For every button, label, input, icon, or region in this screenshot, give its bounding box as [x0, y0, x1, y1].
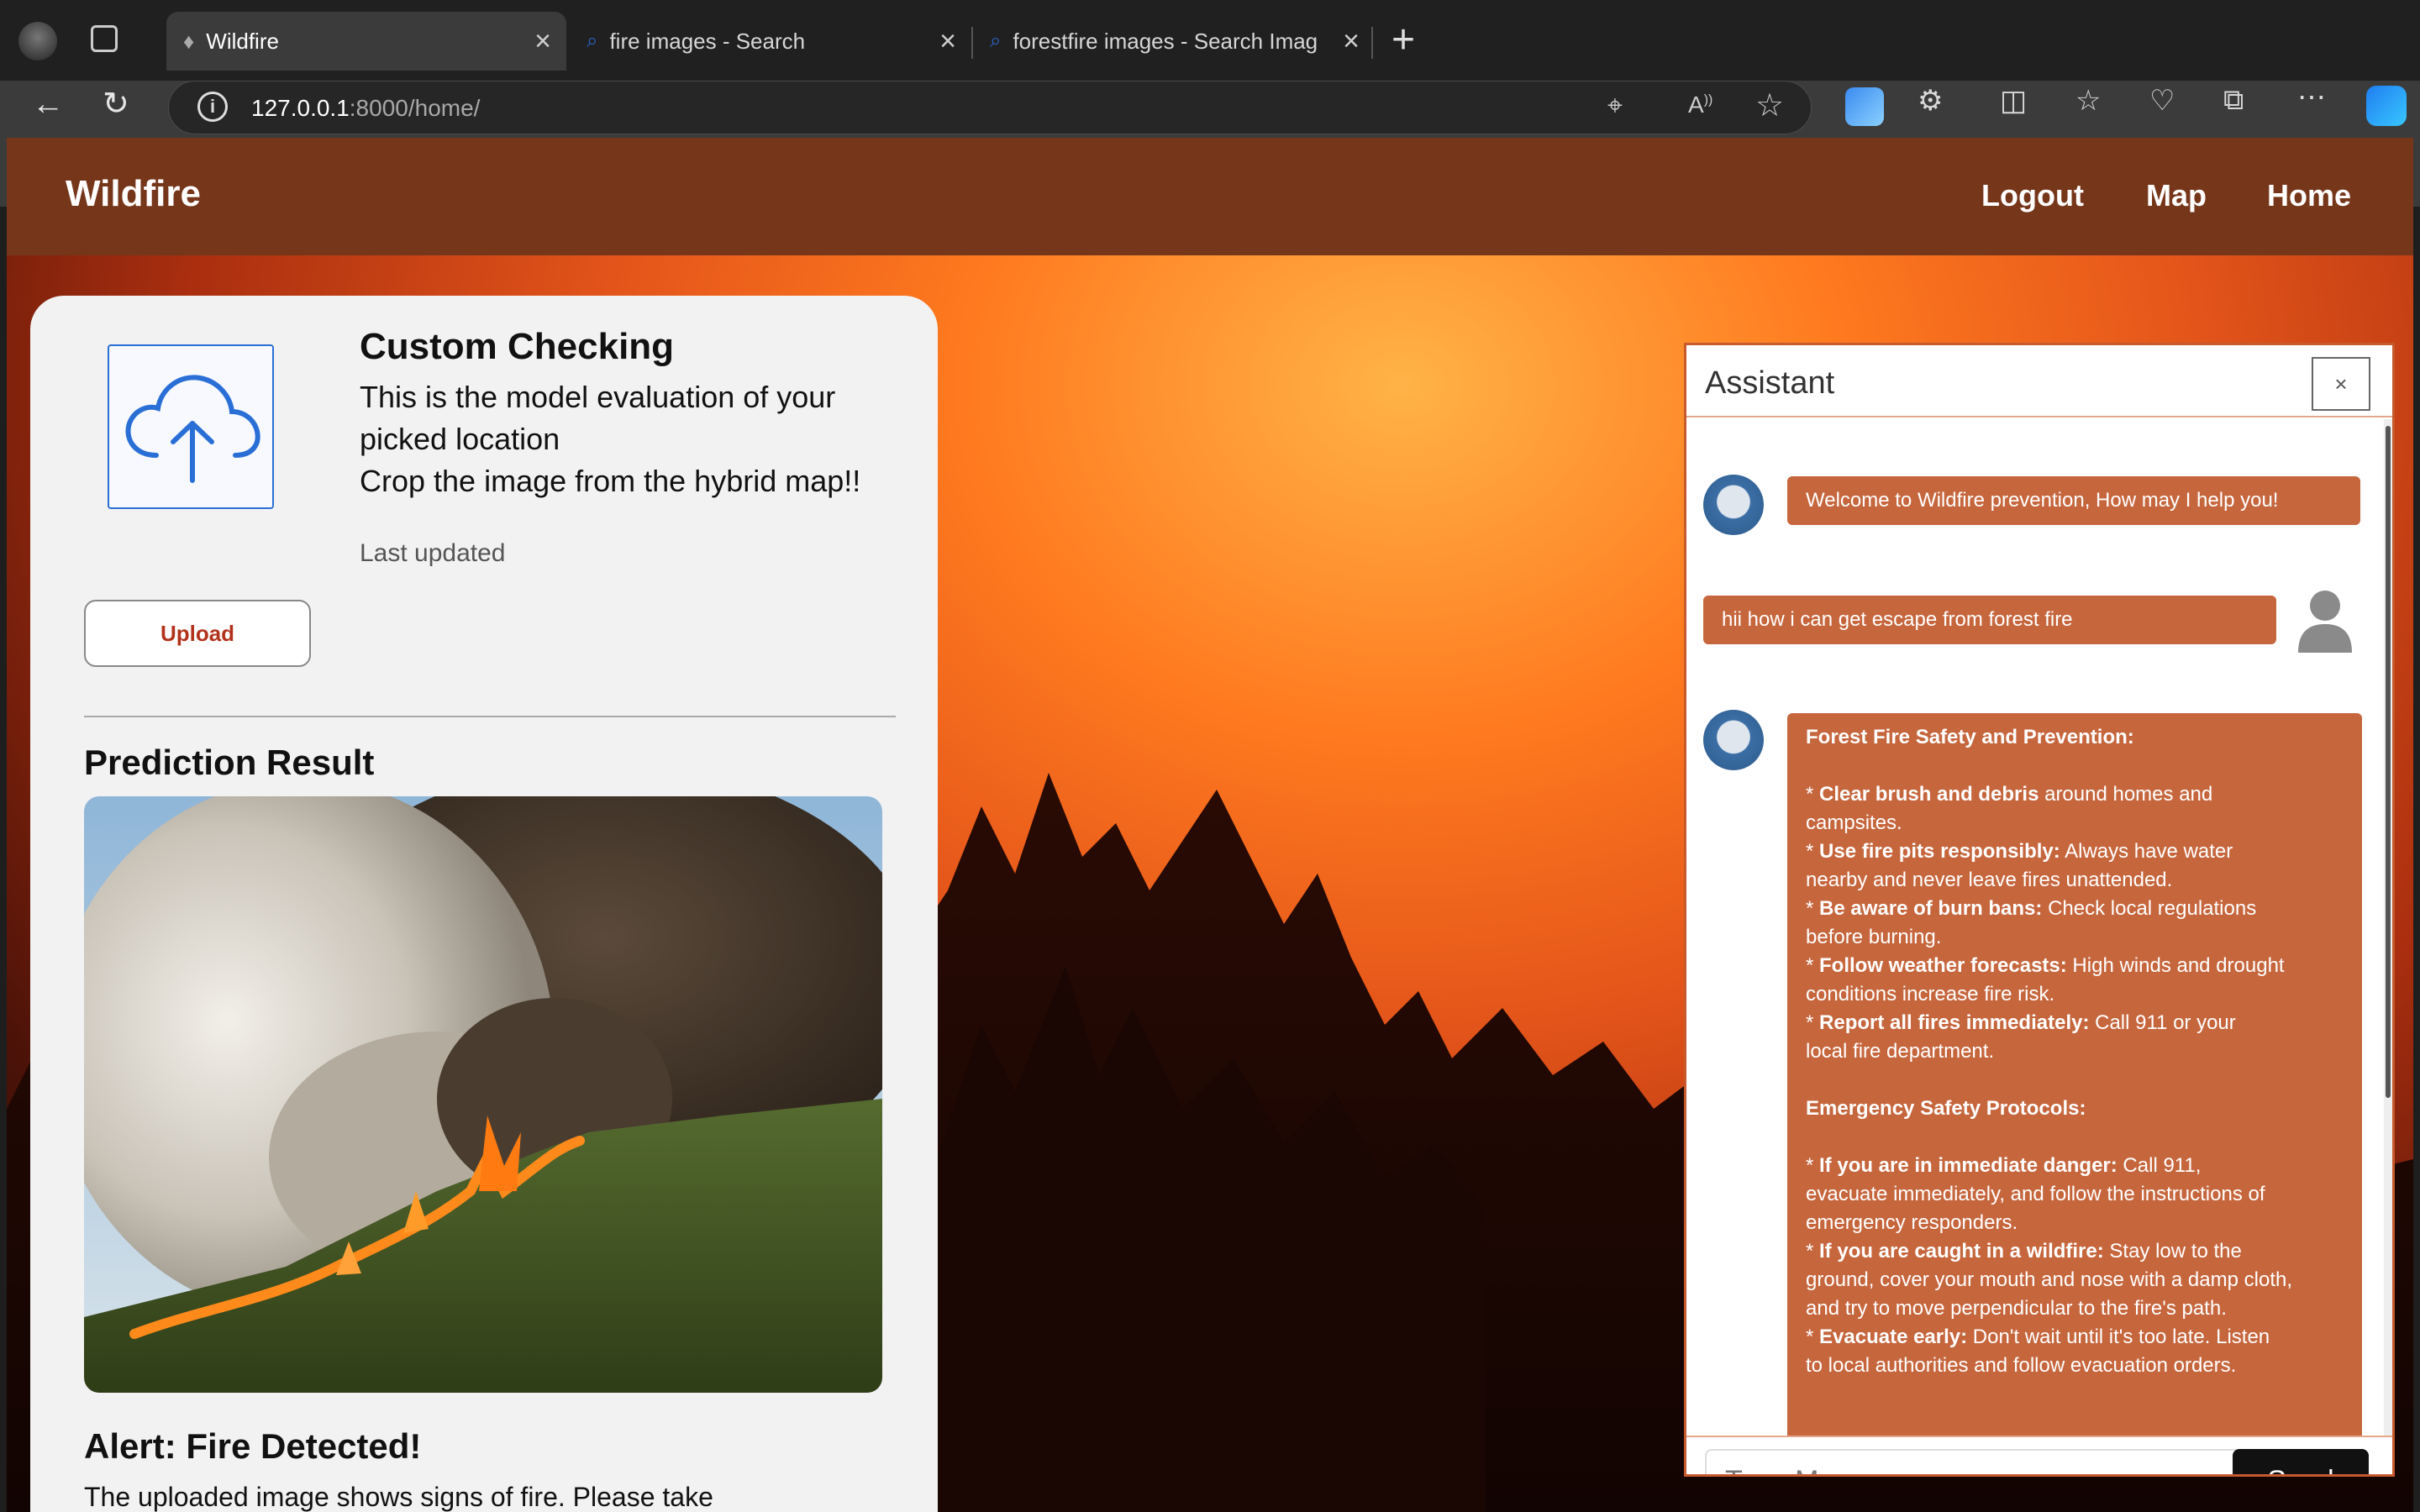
upload-dropzone[interactable] [108, 344, 274, 509]
chat-header: Assistant × [1686, 345, 2392, 417]
close-tab-icon[interactable]: × [939, 25, 956, 58]
reply-heading: Forest Fire Safety and Prevention: [1806, 726, 2134, 748]
reply-item: * If you are caught in a wildfire: Stay … [1806, 1240, 2242, 1263]
cloud-upload-icon [125, 375, 260, 483]
chat-close-button[interactable]: × [2312, 357, 2370, 411]
alert-text: The uploaded image shows signs of fire. … [84, 1482, 713, 1512]
url-text: 127.0.0.1:8000/home/ [251, 95, 481, 121]
reply-item-cont: nearby and never leave fires unattended. [1806, 869, 2173, 891]
tab-wildfire[interactable]: ♦ Wildfire × [166, 12, 566, 71]
nav-home[interactable]: Home [2267, 178, 2351, 213]
close-tab-icon[interactable]: × [1343, 25, 1360, 58]
custom-checking-card: Custom Checking This is the model evalua… [30, 296, 938, 1512]
card-description-line: This is the model evaluation of your [360, 380, 836, 414]
chat-title: Assistant [1705, 365, 1835, 401]
assistant-chat-panel: Assistant × Welcome to Wildfire preventi… [1684, 343, 2395, 1477]
reply-item-cont: and try to move perpendicular to the fir… [1806, 1297, 2227, 1320]
send-button[interactable]: Send [2233, 1449, 2369, 1474]
last-updated-text: Last updated [360, 539, 506, 567]
tab-label: forestfire images - Search Imag [1013, 28, 1318, 54]
favorite-star-icon[interactable]: ☆ [1755, 87, 1784, 124]
site-brand[interactable]: Wildfire [66, 173, 201, 215]
tab-separator [971, 27, 973, 59]
favorites-icon[interactable]: ☆ [2075, 84, 2101, 118]
tab-separator [1371, 27, 1373, 59]
tab-forestfire-images[interactable]: ⌕ forestfire images - Search Imag × [975, 12, 1375, 71]
card-title: Custom Checking [360, 326, 675, 367]
composer-divider [1686, 1436, 2392, 1437]
user-message: hii how i can get escape from forest fir… [1703, 596, 2276, 644]
bot-message: Welcome to Wildfire prevention, How may … [1787, 476, 2360, 525]
browser-essentials-icon[interactable]: ♡ [2149, 84, 2175, 118]
split-screen-icon[interactable]: ◫ [2000, 84, 2027, 118]
bot-avatar-icon [1703, 475, 1764, 535]
reply-item-cont: emergency responders. [1806, 1211, 2018, 1234]
message-input[interactable] [1705, 1449, 2243, 1474]
search-icon: ⌕ [587, 29, 598, 52]
new-tab-button[interactable]: + [1392, 17, 1415, 63]
reply-item-cont: before burning. [1806, 926, 1942, 948]
back-icon[interactable]: ← [32, 81, 64, 128]
card-description-line: picked location [360, 422, 560, 456]
nav-logout[interactable]: Logout [1981, 178, 2084, 213]
copilot-icon[interactable] [2366, 86, 2407, 126]
location-icon[interactable]: ⌖ [1607, 90, 1623, 122]
reply-item: * Follow weather forecasts: High winds a… [1806, 954, 2285, 977]
site-navbar: Wildfire Logout Map Home [7, 138, 2413, 255]
refresh-icon[interactable]: ↻ [103, 81, 129, 128]
alert-title: Alert: Fire Detected! [84, 1426, 422, 1466]
address-bar[interactable]: i 127.0.0.1:8000/home/ ⌖ A)) ☆ [168, 81, 1812, 134]
search-icon: ⌕ [990, 29, 1002, 52]
reply-item-cont: local fire department. [1806, 1040, 1995, 1063]
reply-item: * If you are in immediate danger: Call 9… [1806, 1154, 2202, 1177]
reply-item-cont: evacuate immediately, and follow the ins… [1806, 1183, 2265, 1205]
reply-item-cont: conditions increase fire risk. [1806, 983, 2055, 1005]
card-description-line: Crop the image from the hybrid map!! [360, 464, 861, 498]
more-menu-icon[interactable]: ⋯ [2297, 81, 2326, 114]
read-aloud-icon[interactable]: A)) [1688, 92, 1712, 118]
divider [84, 716, 896, 717]
reply-item: * Be aware of burn bans: Check local reg… [1806, 897, 2257, 920]
site-info-icon[interactable]: i [197, 92, 228, 122]
tab-label: Wildfire [206, 28, 279, 54]
wildfire-favicon: ♦ [183, 28, 195, 54]
reply-item: * Report all fires immediately: Call 911… [1806, 1011, 2236, 1034]
bot-avatar-icon [1703, 710, 1764, 770]
prediction-image [84, 796, 882, 1393]
profile-avatar[interactable] [18, 22, 57, 60]
browser-tab-bar: ♦ Wildfire × ⌕ fire images - Search × ⌕ … [0, 0, 2420, 81]
user-avatar-icon [2295, 587, 2355, 653]
reply-item-cont: campsites. [1806, 811, 1902, 834]
reply-item-cont: ground, cover your mouth and nose with a… [1806, 1268, 2292, 1291]
prediction-result-title: Prediction Result [84, 743, 375, 782]
tab-fire-images[interactable]: ⌕ fire images - Search × [571, 12, 971, 71]
upload-button[interactable]: Upload [84, 600, 311, 667]
reply-heading: Emergency Safety Protocols: [1806, 1097, 2086, 1120]
nav-map[interactable]: Map [2146, 178, 2207, 213]
chat-scrollbar-thumb[interactable] [2386, 426, 2391, 1098]
reply-item: * Evacuate early: Don't wait until it's … [1806, 1326, 2270, 1348]
copilot-app-icon[interactable] [1845, 87, 1884, 126]
close-tab-icon[interactable]: × [534, 25, 551, 58]
workspaces-icon[interactable] [91, 25, 118, 52]
tab-label: fire images - Search [609, 28, 806, 54]
web-page: Wildfire Logout Map Home Custom Checking… [7, 138, 2413, 1512]
reply-item-cont: to local authorities and follow evacuati… [1806, 1354, 2237, 1377]
bot-message-long: Forest Fire Safety and Prevention: * Cle… [1787, 713, 2362, 1436]
reply-item: * Use fire pits responsibly: Always have… [1806, 840, 2233, 863]
chat-messages: Welcome to Wildfire prevention, How may … [1686, 419, 2384, 1436]
screenshot-icon[interactable]: ⧉ [2223, 84, 2244, 117]
reply-item: * Clear brush and debris around homes an… [1806, 783, 2213, 806]
extensions-icon[interactable]: ⚙ [1918, 84, 1943, 118]
